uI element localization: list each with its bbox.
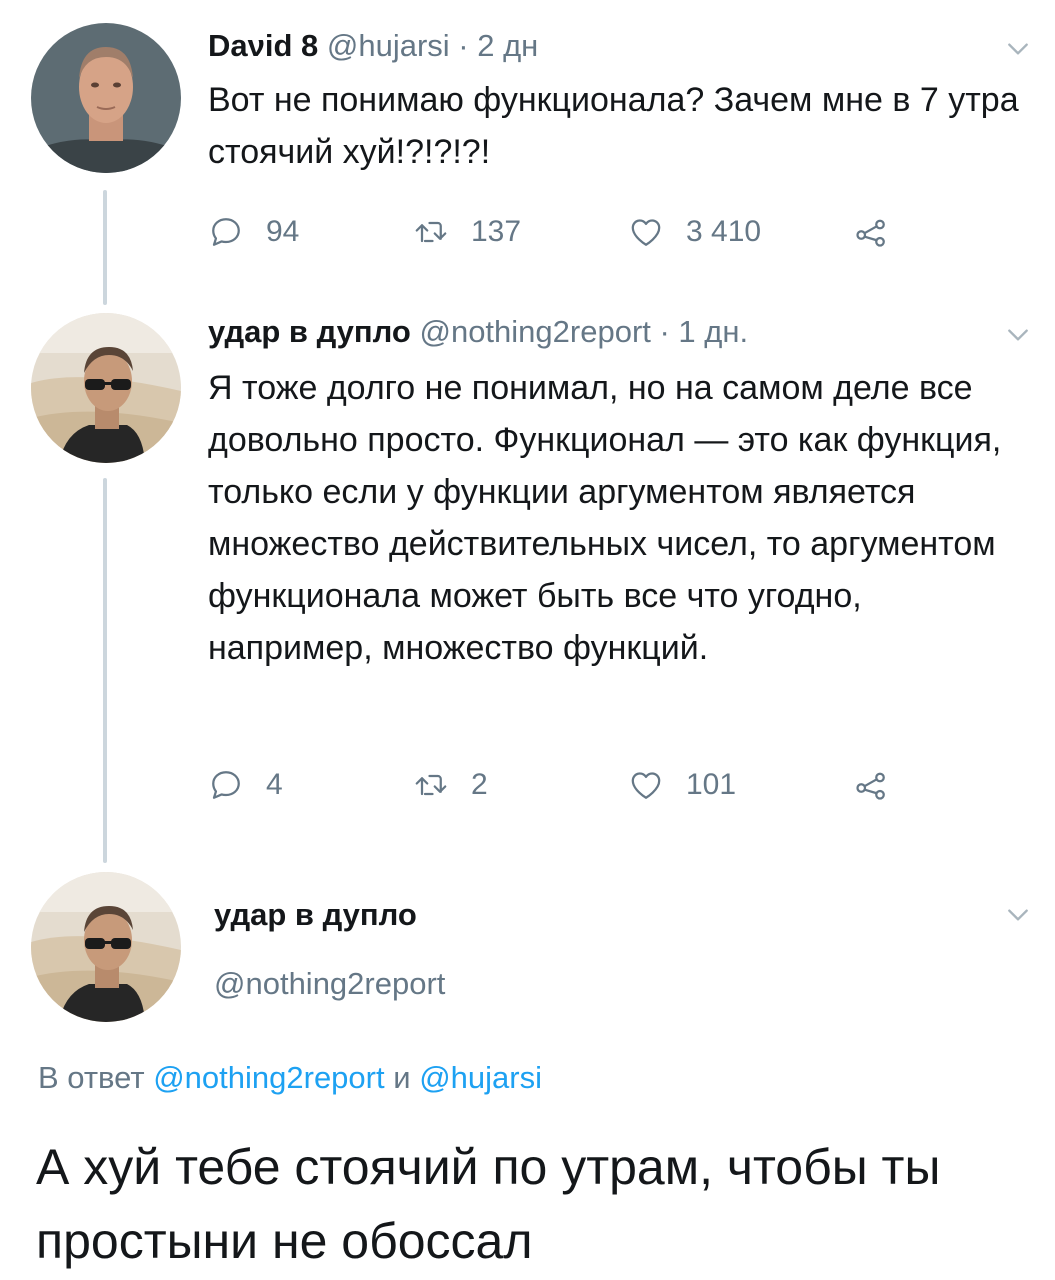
tweet-text: А хуй тебе стоячий по утрам, чтобы ты пр… [36,1139,941,1269]
mention-link[interactable]: @hujarsi [419,1060,542,1095]
tweet-text: Вот не понимаю функционала? Зачем мне в … [208,81,1019,171]
reply-icon [212,771,240,799]
heart-icon [631,219,661,246]
retweet-icon [415,221,447,243]
reply-icon [212,218,240,246]
share-button[interactable] [853,210,889,254]
tweet-actions: 4 2 101 [208,763,928,807]
retweet-count: 2 [471,768,488,801]
avatar[interactable] [31,313,181,463]
tweet-header: удар в дупло @nothing2report · 1 дн. [208,312,748,352]
share-icon [856,772,885,800]
display-name[interactable]: удар в дупло [214,893,417,937]
reply-button[interactable]: 94 [208,210,299,254]
retweet-icon [415,774,447,796]
reply-count: 94 [266,215,300,248]
thread-connector [103,478,107,863]
reply-button[interactable]: 4 [208,763,283,807]
reply-count: 4 [266,768,283,801]
tweet-header: Daνid 8 @hujarsi · 2 дн [208,26,538,66]
like-button[interactable]: 3 410 [628,210,761,254]
tweet-text: Я тоже долго не понимал, но на самом дел… [208,369,1002,667]
like-button[interactable]: 101 [628,763,736,807]
reply-prefix: В ответ [38,1060,145,1095]
reply-context: В ответ @nothing2report и @hujarsi [38,1056,542,1100]
handle-and-time[interactable]: @hujarsi · 2 дн [327,28,538,63]
mention-link[interactable]: @nothing2report [153,1060,384,1095]
thread-connector [103,190,107,305]
chevron-down-icon[interactable] [1005,322,1031,348]
retweet-count: 137 [471,215,522,248]
retweet-button[interactable]: 2 [413,763,488,807]
share-button[interactable] [853,763,889,807]
heart-icon [631,772,661,799]
handle[interactable]: @nothing2report [214,962,445,1006]
retweet-button[interactable]: 137 [413,210,521,254]
reply-joiner: и [393,1060,411,1095]
share-icon [856,219,885,247]
handle-and-time[interactable]: @nothing2report · 1 дн. [419,314,748,349]
avatar[interactable] [31,872,181,1022]
like-count: 101 [686,768,737,801]
like-count: 3 410 [686,215,762,248]
display-name[interactable]: удар в дупло [208,314,411,349]
avatar[interactable] [31,23,181,173]
chevron-down-icon[interactable] [1005,902,1031,928]
tweet-actions: 94 137 3 410 [208,210,928,254]
chevron-down-icon[interactable] [1005,36,1031,62]
display-name[interactable]: Daνid 8 [208,28,318,63]
